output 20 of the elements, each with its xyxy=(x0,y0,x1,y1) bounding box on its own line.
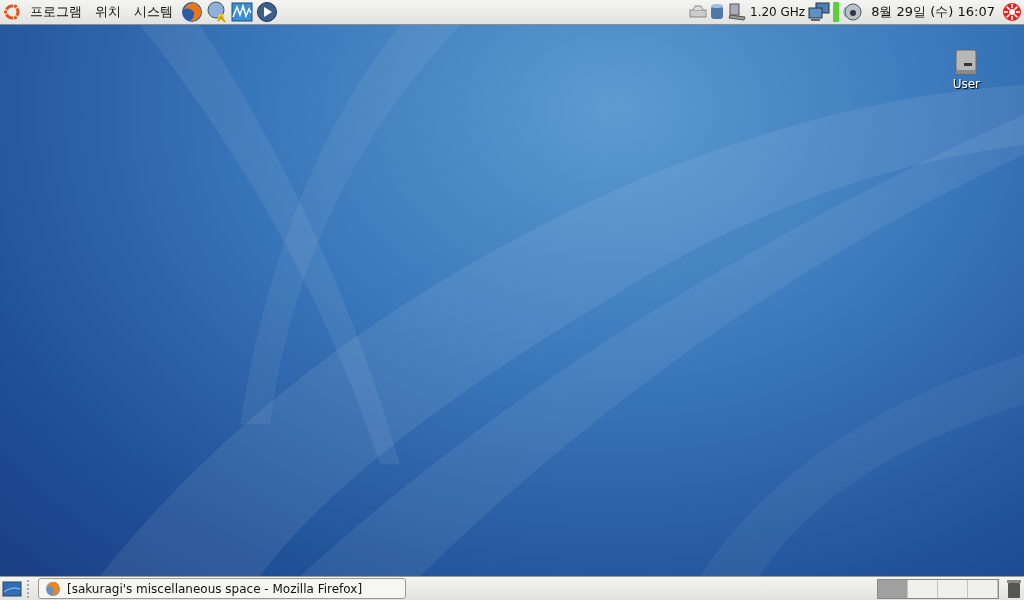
desktop-icon-label[interactable]: User xyxy=(952,77,980,91)
network-monitors-icon[interactable] xyxy=(808,2,831,22)
monitor-graph-icon[interactable] xyxy=(231,1,253,23)
power-icon[interactable] xyxy=(1002,2,1022,22)
ubuntu-logo-icon[interactable] xyxy=(2,2,22,22)
taskbar-window-button[interactable]: [sakuragi's miscellaneous space - Mozilla Firefox] xyxy=(38,578,406,599)
hard-drive-icon[interactable] xyxy=(954,49,979,75)
clock[interactable]: 8월 29일 (수) 16:07 xyxy=(871,3,995,21)
globe-browser-icon xyxy=(45,580,61,597)
menu-item[interactable]: 위치 xyxy=(90,3,126,21)
menu-item[interactable]: 시스템 xyxy=(129,3,178,21)
speaker-icon[interactable] xyxy=(842,2,863,22)
laptop-icon[interactable] xyxy=(727,2,747,22)
show-desktop-icon[interactable] xyxy=(2,579,22,598)
globe-browser-icon[interactable] xyxy=(181,1,203,23)
play-icon[interactable] xyxy=(256,1,278,23)
trash-can-icon[interactable] xyxy=(1006,578,1022,599)
cylinder-icon[interactable] xyxy=(710,3,724,21)
menu-item[interactable]: 프로그램 xyxy=(25,3,87,21)
cpu-frequency: 1.20 GHz xyxy=(750,5,806,19)
